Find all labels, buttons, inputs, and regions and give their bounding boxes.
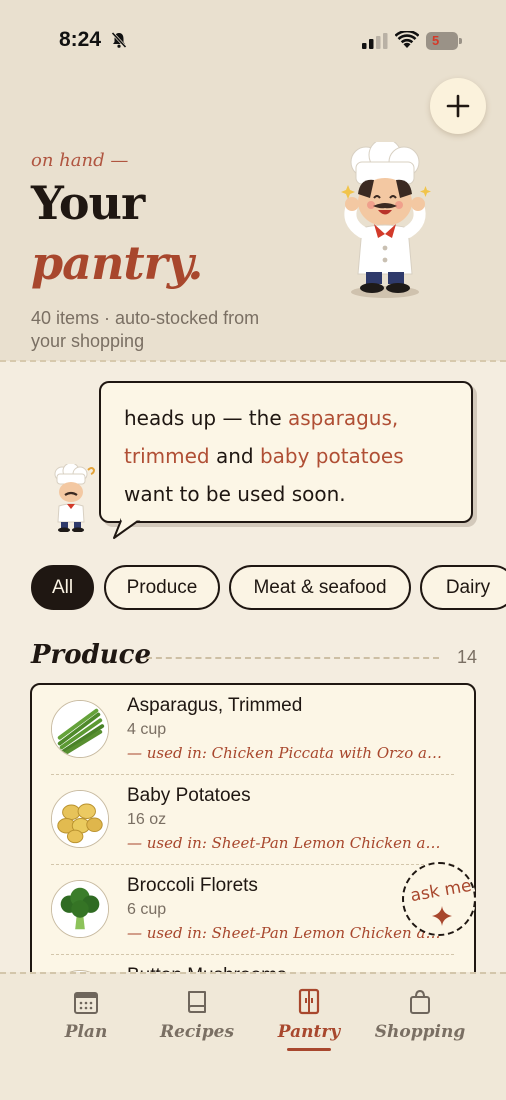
- tab-pantry-label: Pantry: [277, 1022, 341, 1042]
- tip-highlight-potatoes: baby potatoes: [259, 444, 404, 468]
- ask-me-button[interactable]: ask me: [402, 862, 476, 936]
- broccoli-thumbnail: [51, 880, 109, 938]
- book-icon: [188, 991, 206, 1013]
- ask-me-label: ask me: [408, 875, 474, 907]
- page-title: Your: [31, 176, 145, 230]
- bubble-tail: [113, 518, 143, 539]
- pantry-item[interactable]: Baby Potatoes 16 oz — used in: Sheet-Pan…: [32, 775, 474, 865]
- item-used-in: — used in: Sheet-Pan Lemon Chicken and..…: [127, 834, 447, 852]
- status-bar: 8:24 5: [0, 0, 506, 80]
- section-rule: [146, 657, 439, 659]
- tab-plan-label: Plan: [64, 1022, 108, 1042]
- item-name: Baby Potatoes: [127, 785, 251, 806]
- item-quantity: 16 oz: [127, 811, 167, 828]
- chip-all[interactable]: All: [31, 565, 94, 610]
- chip-produce[interactable]: Produce: [104, 565, 220, 610]
- item-quantity: 4 cup: [127, 721, 167, 738]
- tab-plan[interactable]: Plan: [36, 988, 136, 1058]
- item-name: Broccoli Florets: [127, 875, 258, 896]
- cupboard-icon: [298, 988, 320, 1015]
- tab-recipes-label: Recipes: [159, 1022, 235, 1042]
- calendar-icon: [74, 992, 98, 1014]
- tip-text: want to be used soon.: [124, 482, 346, 506]
- sparkle-icon: [432, 906, 452, 926]
- item-used-in: — used in: Sheet-Pan Lemon Chicken and..…: [127, 924, 447, 942]
- tip-text: heads up — the: [124, 406, 288, 430]
- pantry-item[interactable]: Asparagus, Trimmed 4 cup — used in: Chic…: [32, 685, 474, 775]
- asparagus-thumbnail: [51, 700, 109, 758]
- item-used-in: — used in: Chicken Piccata with Orzo an.…: [127, 744, 447, 762]
- tip-text: and: [209, 444, 260, 468]
- tab-shopping-label: Shopping: [374, 1022, 466, 1042]
- section-count: 14: [456, 647, 477, 667]
- pantry-screen: 8:24 5 on hand — Your pantry. 40 items ·…: [0, 0, 506, 1100]
- bell-muted-icon: [111, 31, 127, 49]
- header-divider: [0, 360, 506, 362]
- section-title-produce: Produce: [31, 640, 152, 670]
- page-title-accent: pantry.: [31, 236, 203, 290]
- add-item-button[interactable]: [430, 78, 486, 134]
- item-quantity: 6 cup: [127, 901, 167, 918]
- produce-card: Asparagus, Trimmed 4 cup — used in: Chic…: [30, 683, 476, 983]
- plus-icon: [446, 94, 470, 118]
- cellular-signal-icon: [362, 33, 388, 49]
- active-tab-indicator: [287, 1048, 331, 1051]
- status-time: 8:24: [59, 28, 102, 51]
- chef-mini-illustration: [54, 464, 96, 532]
- tab-recipes[interactable]: Recipes: [147, 988, 247, 1058]
- tip-speech-bubble: heads up — the asparagus, trimmed and ba…: [99, 381, 473, 523]
- bottom-tab-bar: Plan Recipes Pantry Shopping: [0, 972, 506, 1100]
- shopping-bag-icon: [410, 989, 430, 1014]
- chip-dairy[interactable]: Dairy: [420, 565, 506, 610]
- wifi-icon: [395, 31, 419, 48]
- baby-potatoes-thumbnail: [51, 790, 109, 848]
- battery-indicator: 5: [426, 32, 462, 50]
- chef-mascot-illustration: [341, 142, 431, 298]
- tab-shopping[interactable]: Shopping: [370, 988, 470, 1058]
- item-name: Asparagus, Trimmed: [127, 695, 303, 716]
- page-eyebrow: on hand —: [31, 150, 129, 171]
- page-subtitle: 40 items · auto-stocked from your shoppi…: [31, 308, 260, 351]
- chip-meat-seafood[interactable]: Meat & seafood: [229, 565, 411, 610]
